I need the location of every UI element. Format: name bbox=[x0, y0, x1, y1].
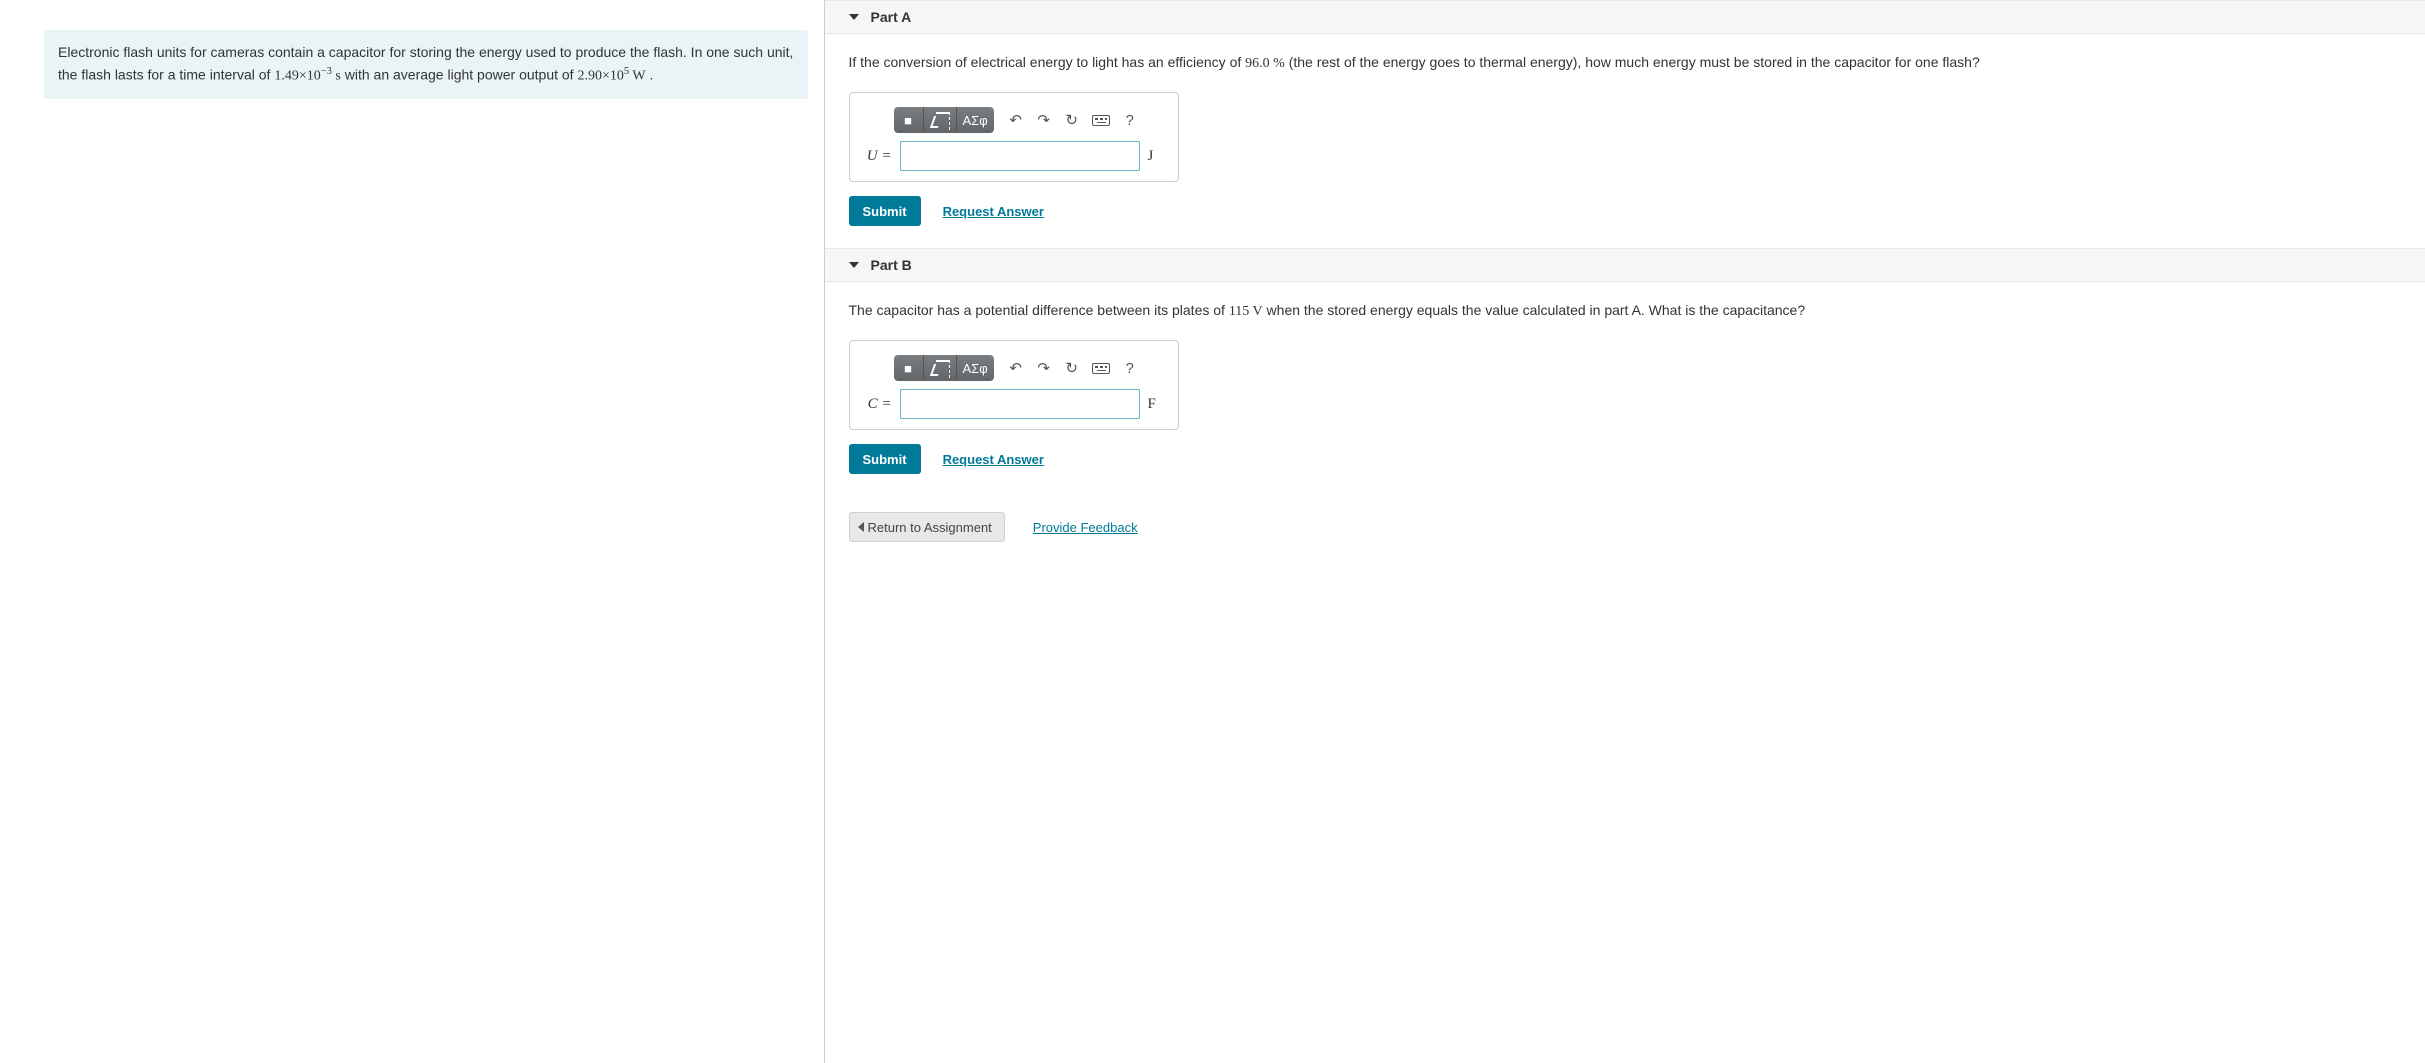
submit-button[interactable]: Submit bbox=[849, 196, 921, 226]
problem-text-suffix: . bbox=[646, 66, 654, 82]
footer-actions: Return to Assignment Provide Feedback bbox=[825, 512, 2425, 542]
keyboard-button[interactable] bbox=[1086, 355, 1116, 381]
unit-label: J bbox=[1148, 148, 1164, 165]
right-pane: Part A If the conversion of electrical e… bbox=[825, 0, 2425, 1063]
redo-button[interactable]: ↷ bbox=[1030, 107, 1058, 133]
equation-toolbar: ■ ΑΣφ ↶ ↷ ↻ ? bbox=[894, 355, 1164, 381]
part-b-header[interactable]: Part B bbox=[825, 248, 2425, 282]
chevron-left-icon bbox=[858, 522, 864, 532]
time-value: 1.49×10 bbox=[274, 68, 320, 83]
submit-button[interactable]: Submit bbox=[849, 444, 921, 474]
help-button[interactable]: ? bbox=[1116, 107, 1144, 133]
eff-unit: % bbox=[1270, 56, 1285, 71]
caret-down-icon bbox=[849, 14, 859, 20]
part-a-title: Part A bbox=[871, 9, 912, 25]
help-icon: ? bbox=[1125, 360, 1133, 377]
answer-input-a[interactable] bbox=[900, 141, 1140, 171]
keyboard-icon bbox=[1092, 363, 1110, 374]
part-b-body: The capacitor has a potential difference… bbox=[825, 282, 2425, 484]
volt-unit: V bbox=[1249, 304, 1262, 319]
redo-icon: ↷ bbox=[1037, 111, 1050, 129]
volt-value: 115 bbox=[1229, 304, 1249, 319]
tool-group-templates: ■ ΑΣφ bbox=[894, 107, 994, 133]
equation-toolbar: ■ ΑΣφ ↶ ↷ ↻ ? bbox=[894, 107, 1164, 133]
var-symbol: C bbox=[868, 396, 878, 412]
variable-label: C = bbox=[864, 396, 892, 413]
keyboard-button[interactable] bbox=[1086, 107, 1116, 133]
actions-a: Submit Request Answer bbox=[849, 196, 2402, 226]
answer-widget-a: ■ ΑΣφ ↶ ↷ ↻ ? U = J bbox=[849, 92, 1179, 182]
part-b-section: Part B The capacitor has a potential dif… bbox=[825, 248, 2425, 484]
greek-icon: ΑΣφ bbox=[963, 113, 988, 128]
eff-value: 96.0 bbox=[1245, 56, 1270, 71]
greek-button[interactable]: ΑΣφ bbox=[957, 355, 994, 381]
greek-icon: ΑΣφ bbox=[963, 361, 988, 376]
time-unit: s bbox=[332, 68, 341, 83]
part-b-title: Part B bbox=[871, 257, 912, 273]
root-button[interactable] bbox=[924, 355, 957, 381]
actions-b: Submit Request Answer bbox=[849, 444, 2402, 474]
q-text: (the rest of the energy goes to thermal … bbox=[1285, 54, 1980, 70]
variable-label: U = bbox=[864, 148, 892, 165]
q-text: when the stored energy equals the value … bbox=[1263, 302, 1805, 318]
problem-text-mid: with an average light power output of bbox=[341, 66, 578, 82]
page-root: Electronic flash units for cameras conta… bbox=[0, 0, 2425, 1063]
reset-button[interactable]: ↻ bbox=[1058, 355, 1086, 381]
root-icon bbox=[930, 360, 950, 376]
root-button[interactable] bbox=[924, 107, 957, 133]
templates-button[interactable]: ■ bbox=[894, 107, 924, 133]
part-a-section: Part A If the conversion of electrical e… bbox=[825, 0, 2425, 236]
answer-widget-b: ■ ΑΣφ ↶ ↷ ↻ ? C = F bbox=[849, 340, 1179, 430]
left-pane: Electronic flash units for cameras conta… bbox=[0, 0, 825, 1063]
help-button[interactable]: ? bbox=[1116, 355, 1144, 381]
request-answer-link[interactable]: Request Answer bbox=[943, 452, 1044, 467]
redo-icon: ↷ bbox=[1037, 359, 1050, 377]
answer-input-b[interactable] bbox=[900, 389, 1140, 419]
equals: = bbox=[878, 148, 892, 164]
keyboard-icon bbox=[1092, 115, 1110, 126]
greek-button[interactable]: ΑΣφ bbox=[957, 107, 994, 133]
time-exp: −3 bbox=[321, 66, 332, 77]
unit-label: F bbox=[1148, 396, 1164, 413]
part-a-question: If the conversion of electrical energy t… bbox=[849, 52, 2402, 74]
return-label: Return to Assignment bbox=[868, 520, 992, 535]
undo-button[interactable]: ↶ bbox=[1002, 355, 1030, 381]
equals: = bbox=[878, 396, 892, 412]
templates-icon: ■ bbox=[904, 113, 912, 128]
help-icon: ? bbox=[1125, 112, 1133, 129]
undo-icon: ↶ bbox=[1009, 111, 1022, 129]
templates-icon: ■ bbox=[904, 361, 912, 376]
var-symbol: U bbox=[867, 148, 878, 164]
redo-button[interactable]: ↷ bbox=[1030, 355, 1058, 381]
part-a-header[interactable]: Part A bbox=[825, 0, 2425, 34]
answer-row-b: C = F bbox=[864, 389, 1164, 419]
undo-icon: ↶ bbox=[1009, 359, 1022, 377]
answer-row-a: U = J bbox=[864, 141, 1164, 171]
q-text: The capacitor has a potential difference… bbox=[849, 302, 1229, 318]
part-a-body: If the conversion of electrical energy t… bbox=[825, 34, 2425, 236]
reset-button[interactable]: ↻ bbox=[1058, 107, 1086, 133]
provide-feedback-link[interactable]: Provide Feedback bbox=[1033, 520, 1138, 535]
tool-group-templates: ■ ΑΣφ bbox=[894, 355, 994, 381]
templates-button[interactable]: ■ bbox=[894, 355, 924, 381]
undo-button[interactable]: ↶ bbox=[1002, 107, 1030, 133]
q-text: If the conversion of electrical energy t… bbox=[849, 54, 1246, 70]
request-answer-link[interactable]: Request Answer bbox=[943, 204, 1044, 219]
problem-statement: Electronic flash units for cameras conta… bbox=[44, 30, 808, 99]
return-button[interactable]: Return to Assignment bbox=[849, 512, 1005, 542]
reset-icon: ↻ bbox=[1065, 111, 1078, 129]
reset-icon: ↻ bbox=[1065, 359, 1078, 377]
caret-down-icon bbox=[849, 262, 859, 268]
root-icon bbox=[930, 112, 950, 128]
power-value: 2.90×10 bbox=[577, 68, 623, 83]
power-unit: W bbox=[629, 68, 645, 83]
part-b-question: The capacitor has a potential difference… bbox=[849, 300, 2402, 322]
